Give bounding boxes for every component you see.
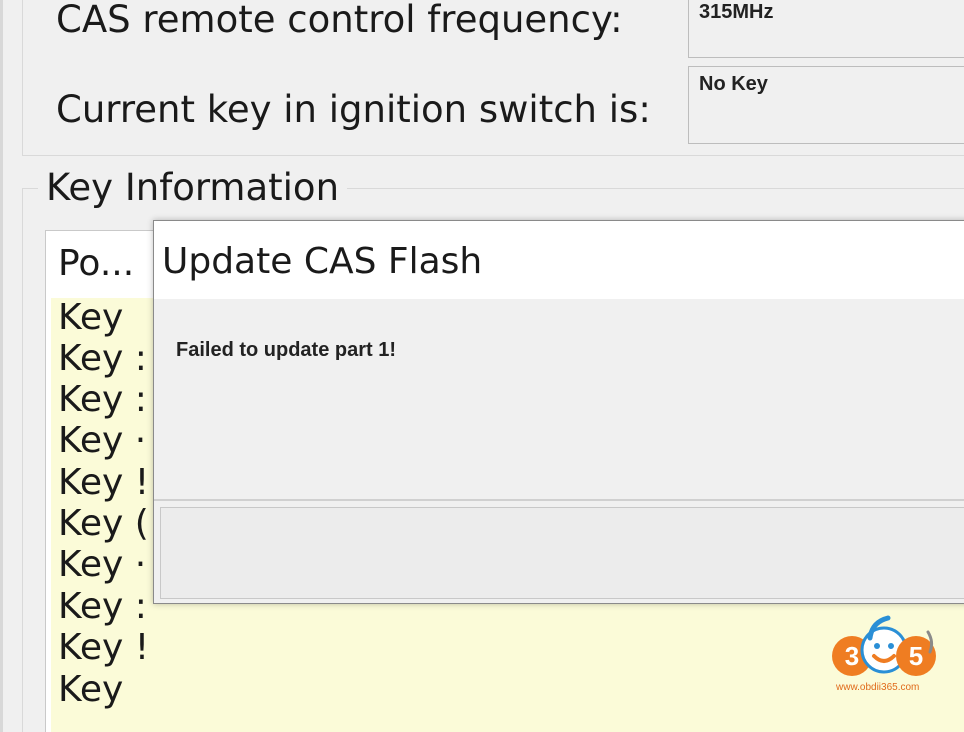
svg-text:3: 3: [845, 641, 859, 671]
dialog-titlebar[interactable]: Update CAS Flash: [154, 221, 964, 299]
frequency-label: CAS remote control frequency:: [56, 0, 623, 41]
list-item[interactable]: Key: [58, 669, 123, 710]
dialog-title: Update CAS Flash: [162, 241, 483, 282]
list-item[interactable]: Key !: [58, 462, 149, 503]
list-item[interactable]: Key !: [58, 627, 149, 668]
list-item[interactable]: Key ·: [58, 544, 146, 585]
ignition-key-label: Current key in ignition switch is:: [56, 88, 651, 131]
window-left-edge: [0, 0, 3, 732]
watermark-url: www.obdii365.com: [836, 682, 920, 693]
page: CAS remote control frequency: 315MHz Cur…: [0, 0, 964, 732]
update-cas-flash-dialog: Update CAS Flash Failed to update part 1…: [153, 220, 964, 604]
dialog-divider: [154, 499, 964, 501]
dialog-message: Failed to update part 1!: [176, 339, 397, 361]
column-header-position[interactable]: Po...: [58, 243, 134, 284]
dialog-button-area: [160, 507, 964, 599]
svg-text:5: 5: [909, 641, 923, 671]
list-item[interactable]: Key :: [58, 586, 147, 627]
list-item[interactable]: Key :: [58, 379, 147, 420]
frequency-field: 315MHz: [688, 0, 964, 58]
list-item[interactable]: Key (: [58, 503, 149, 544]
ignition-key-value: No Key: [699, 73, 768, 95]
frequency-value: 315MHz: [699, 1, 774, 23]
list-item[interactable]: Key :: [58, 338, 147, 379]
key-information-title: Key Information: [38, 166, 348, 209]
list-item[interactable]: Key ·: [58, 420, 146, 461]
ignition-key-field: No Key: [688, 66, 964, 144]
list-item[interactable]: Key: [58, 297, 123, 338]
